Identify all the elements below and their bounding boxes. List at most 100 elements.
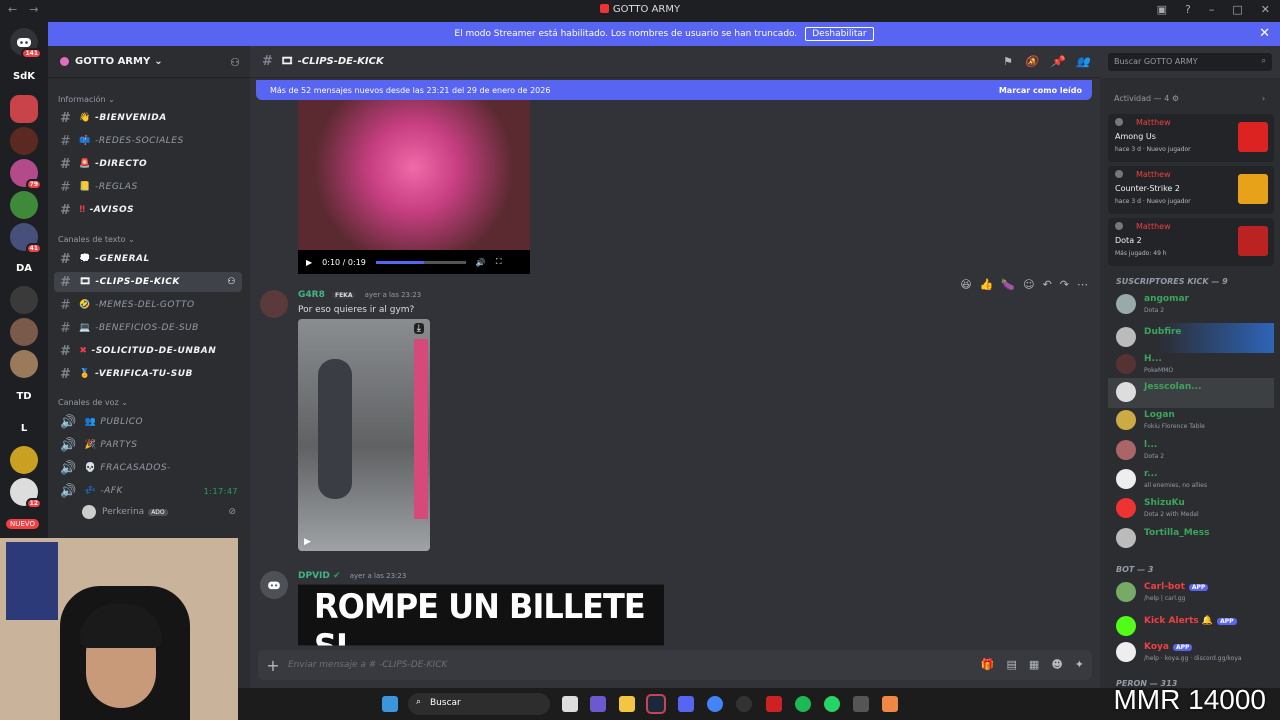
notifications-off-icon[interactable]: 🔕: [1025, 55, 1039, 68]
member-item[interactable]: Carl-bot APP/help | carl.gg: [1108, 578, 1274, 608]
spotify-icon[interactable]: [795, 696, 811, 712]
pin-icon[interactable]: 📌: [1051, 55, 1065, 68]
emoji-reaction-icon[interactable]: 😆: [960, 278, 971, 291]
guild-header[interactable]: GOTTO ARMY ⌄ ⚇: [48, 46, 250, 78]
disable-streamer-button[interactable]: Deshabilitar: [805, 27, 874, 41]
inbox-icon[interactable]: ▣: [1157, 3, 1167, 16]
member-item[interactable]: angomar Dota 2: [1108, 290, 1274, 320]
progress-bar[interactable]: [375, 260, 466, 264]
mark-as-read-button[interactable]: Marcar como leído: [999, 86, 1082, 95]
channel-avisos[interactable]: # ‼ -AVISOS: [54, 200, 242, 220]
voice-partys[interactable]: 🔊 🎉 PARTYS: [54, 435, 242, 455]
category-info[interactable]: Información ⌄: [58, 95, 115, 104]
add-reaction-icon[interactable]: ☺: [1023, 278, 1034, 291]
voice-user[interactable]: Perkerina ADO ⊘: [76, 502, 242, 522]
member-item[interactable]: Jesscolan...: [1108, 378, 1274, 408]
member-item[interactable]: Koya APP/help · koya.gg · discord.gg/koya: [1108, 638, 1274, 668]
channel-general[interactable]: # 💭 -GENERAL: [54, 249, 242, 269]
task-view-icon[interactable]: [562, 696, 578, 712]
add-member-icon[interactable]: ⚇: [227, 277, 236, 287]
gym-video[interactable]: ⤓ ▶: [298, 319, 430, 551]
channel-redes-sociales[interactable]: # 📫 -REDES-SOCIALES: [54, 131, 242, 151]
add-attachment-icon[interactable]: +: [258, 656, 288, 675]
minimize-button[interactable]: –: [1209, 3, 1215, 16]
message-author[interactable]: DPVID: [298, 571, 330, 581]
channel-directo[interactable]: # 🚨 -DIRECTO: [54, 154, 242, 174]
message-avatar[interactable]: [260, 571, 288, 599]
avatar[interactable]: [260, 290, 288, 318]
channel-verifica-tu-sub[interactable]: # 🏅 -VERIFICA-TU-SUB: [54, 364, 242, 384]
help-icon[interactable]: ?: [1185, 3, 1191, 16]
gif-icon[interactable]: ▤: [1007, 658, 1017, 671]
channel-beneficios-de-sub[interactable]: # 💻 -BENEFICIOS-DE-SUB: [54, 318, 242, 338]
member-list-icon[interactable]: 👥: [1076, 55, 1090, 68]
steam-icon[interactable]: [646, 694, 666, 714]
forward-icon[interactable]: ↷: [1060, 278, 1069, 291]
activity-card[interactable]: Matthew Dota 2 Más jugado: 49 h: [1108, 218, 1274, 266]
member-item[interactable]: ShizuKu Dota 2 with Medal: [1108, 494, 1274, 524]
member-item[interactable]: Tortilla_Mess: [1108, 524, 1274, 554]
member-item[interactable]: Logan Fokiu Florence Table: [1108, 406, 1274, 436]
server-da[interactable]: DA: [10, 254, 38, 282]
message-author[interactable]: G4R8: [298, 290, 325, 300]
taskbar-search[interactable]: ⌕ Buscar: [408, 693, 550, 715]
channel-reglas[interactable]: # 📒 -REGLAS: [54, 177, 242, 197]
server-icon[interactable]: [10, 318, 38, 346]
chevron-right-icon[interactable]: ›: [1262, 94, 1265, 103]
activity-card[interactable]: Matthew Among Us hace 3 d · Nuevo jugado…: [1108, 114, 1274, 162]
new-messages-bar[interactable]: Más de 52 mensajes nuevos desde las 23:2…: [256, 80, 1092, 100]
discord-taskbar-icon[interactable]: [678, 696, 694, 712]
close-window-button[interactable]: ✕: [1261, 3, 1270, 16]
channel-solicitud-de-unban[interactable]: # ✖ -SOLICITUD-DE-UNBAN: [54, 341, 242, 361]
copilot-icon[interactable]: [590, 696, 606, 712]
more-icon[interactable]: ⋯: [1077, 278, 1088, 291]
volume-icon[interactable]: 🔊: [476, 258, 486, 267]
server-icon[interactable]: [10, 286, 38, 314]
channel-bienvenida[interactable]: # 👋 -BIENVENIDA: [54, 108, 242, 128]
play-icon[interactable]: ▶: [306, 258, 312, 267]
voice-fracasados[interactable]: 🔊 💀 FRACASADOS-: [54, 458, 242, 478]
member-item[interactable]: r... all enemies, no allies: [1108, 465, 1274, 495]
download-icon[interactable]: ⤓: [413, 323, 424, 334]
dm-home-button[interactable]: 141: [10, 28, 42, 59]
voice-afk[interactable]: 🔊 💤 -AFK 1:17:47: [54, 481, 242, 501]
thumbs-up-icon[interactable]: 👍: [980, 278, 994, 291]
message-avatar[interactable]: [260, 290, 288, 318]
server-td[interactable]: TD: [10, 382, 38, 410]
eggplant-icon[interactable]: 🍆: [1001, 278, 1015, 291]
category-text[interactable]: Canales de texto ⌄: [58, 235, 135, 244]
play-icon[interactable]: ▶: [304, 537, 311, 547]
reply-icon[interactable]: ↶: [1043, 278, 1052, 291]
channel-clips-de-kick[interactable]: # 🎞 -CLIPS-DE-KICK ⚇: [54, 272, 242, 292]
video-embed[interactable]: [298, 100, 530, 250]
add-member-icon[interactable]: ⚇: [230, 56, 240, 69]
composer-placeholder[interactable]: Enviar mensaje a # -CLIPS-DE-KICK: [288, 660, 447, 670]
emoji-icon[interactable]: ☻: [1051, 658, 1062, 671]
member-item[interactable]: l... Dota 2: [1108, 436, 1274, 466]
meme-image[interactable]: ROMPE UN BILLETE SI: [298, 584, 664, 646]
obs-icon[interactable]: [736, 696, 752, 712]
app-icon[interactable]: [882, 696, 898, 712]
message-composer[interactable]: + Enviar mensaje a # -CLIPS-DE-KICK 🎁 ▤ …: [258, 650, 1092, 680]
fullscreen-icon[interactable]: ⛶: [496, 257, 502, 267]
voice-publico[interactable]: 🔊 👥 PUBLICO: [54, 412, 242, 432]
activity-card[interactable]: Matthew Counter-Strike 2 hace 3 d · Nuev…: [1108, 166, 1274, 214]
server-icon[interactable]: [10, 127, 38, 155]
gift-icon[interactable]: 🎁: [981, 658, 995, 671]
server-icon[interactable]: [10, 191, 38, 219]
server-icon[interactable]: [10, 350, 38, 378]
server-icon[interactable]: [10, 446, 38, 474]
file-explorer-icon[interactable]: [619, 696, 635, 712]
channel-memes-del-gotto[interactable]: # 🤣 -MEMES-DEL-GOTTO: [54, 295, 242, 315]
category-voice[interactable]: Canales de voz ⌄: [58, 398, 128, 407]
server-l[interactable]: L: [10, 414, 38, 442]
server-icon[interactable]: 79: [10, 159, 42, 190]
sticker-icon[interactable]: ▦: [1029, 658, 1039, 671]
server-icon[interactable]: 12: [10, 478, 42, 509]
close-banner-icon[interactable]: ✕: [1259, 26, 1270, 41]
server-sdk[interactable]: SdK: [10, 62, 38, 90]
calculator-icon[interactable]: [853, 696, 869, 712]
server-icon[interactable]: 41: [10, 223, 42, 254]
apps-icon[interactable]: ✦: [1075, 658, 1084, 671]
avatar[interactable]: [260, 571, 288, 599]
